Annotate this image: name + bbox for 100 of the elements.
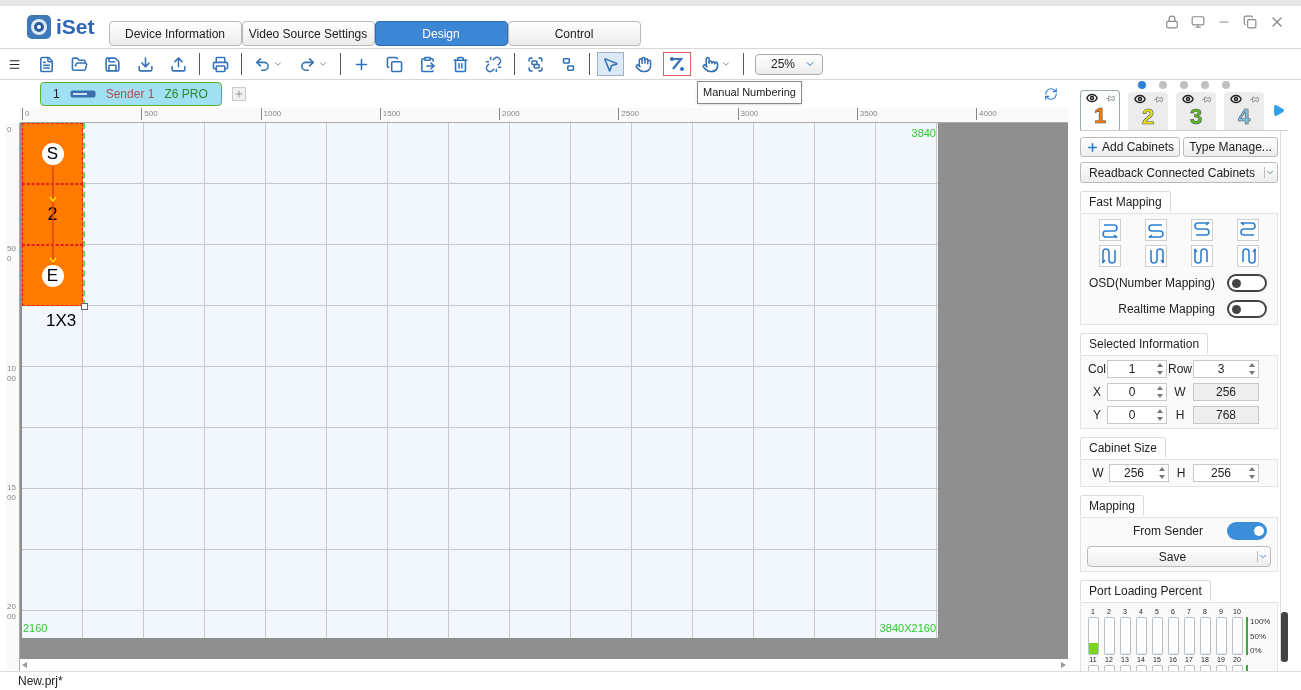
scroll-left-icon[interactable] bbox=[22, 662, 27, 668]
pin-icon[interactable] bbox=[1249, 94, 1259, 104]
group-icon bbox=[527, 55, 544, 73]
ruler-label: 4000 bbox=[976, 108, 997, 120]
readonly-field[interactable]: 768 bbox=[1193, 406, 1259, 424]
number-field[interactable]: 256 bbox=[1109, 464, 1169, 482]
printer-icon bbox=[212, 55, 229, 73]
number-field[interactable]: 0 bbox=[1107, 406, 1167, 424]
start-marker: S bbox=[41, 142, 64, 165]
nav-tab[interactable]: Device Information bbox=[108, 21, 242, 46]
pin-icon[interactable] bbox=[1201, 94, 1211, 104]
number-field[interactable]: 1 bbox=[1107, 360, 1167, 378]
readonly-field[interactable]: 256 bbox=[1193, 383, 1259, 401]
cabinet-grid-label: 1X3 bbox=[46, 310, 77, 332]
scale-label: 100% bbox=[1250, 617, 1271, 626]
snake-path-icon bbox=[1240, 248, 1256, 264]
toggle-switch[interactable] bbox=[1227, 274, 1267, 292]
eye-icon[interactable] bbox=[1181, 93, 1194, 105]
sender-tab[interactable]: 1 Sender 1 Z6 PRO bbox=[40, 82, 222, 106]
next-arrow-icon[interactable] bbox=[1272, 104, 1285, 117]
layer-number: 4 bbox=[1237, 105, 1251, 129]
mapping-pattern-button[interactable] bbox=[1099, 245, 1121, 267]
nav-tab[interactable]: Video Source Settings bbox=[241, 21, 375, 46]
tray-down-icon bbox=[137, 55, 154, 73]
layer-number: 1 bbox=[1093, 104, 1107, 128]
number-field[interactable]: 3 bbox=[1193, 360, 1259, 378]
toggle-label: OSD(Number Mapping) bbox=[1088, 275, 1215, 292]
toolbar-button[interactable] bbox=[663, 52, 691, 76]
vertical-scrollbar[interactable] bbox=[1280, 131, 1288, 662]
tooltip: Manual Numbering bbox=[697, 81, 802, 104]
cabinet[interactable]: E bbox=[22, 245, 83, 306]
field-label: Row bbox=[1167, 361, 1193, 378]
width-label: 3840 bbox=[911, 126, 936, 141]
spin-arrows-icon[interactable] bbox=[1156, 385, 1164, 399]
zoom-dropdown[interactable]: 25% bbox=[755, 53, 823, 75]
toggle-switch[interactable] bbox=[1227, 522, 1267, 540]
end-marker: E bbox=[41, 264, 64, 287]
nav-tab[interactable]: Control bbox=[507, 21, 641, 46]
eye-icon[interactable] bbox=[1085, 92, 1098, 104]
field-label: W bbox=[1091, 465, 1105, 482]
number-field[interactable]: 256 bbox=[1193, 464, 1259, 482]
snake-path-icon bbox=[1194, 248, 1210, 264]
menu-icon[interactable] bbox=[8, 57, 21, 71]
ruler-label: 2000 bbox=[499, 108, 520, 120]
app-name: iSet bbox=[56, 14, 95, 41]
resize-handle[interactable] bbox=[81, 303, 88, 310]
horizontal-scrollbar[interactable] bbox=[20, 659, 1068, 671]
caret-icon[interactable] bbox=[273, 59, 283, 69]
spin-arrows-icon[interactable] bbox=[1248, 466, 1256, 480]
lock-icon[interactable] bbox=[1165, 15, 1179, 29]
refresh-icon[interactable] bbox=[1044, 87, 1058, 101]
mapping-pattern-button[interactable] bbox=[1237, 245, 1259, 267]
sender-model: Z6 PRO bbox=[164, 86, 208, 103]
mapping-pattern-button[interactable] bbox=[1145, 219, 1167, 241]
scroll-right-icon[interactable] bbox=[1061, 662, 1066, 668]
cabinet[interactable]: 2 bbox=[22, 184, 83, 245]
tray-up-icon bbox=[170, 55, 187, 73]
sender-device-icon bbox=[69, 90, 96, 98]
toolbar-button[interactable] bbox=[597, 52, 624, 76]
snake-path-icon bbox=[1102, 248, 1118, 264]
type-manage-button[interactable]: Type Manage... bbox=[1183, 137, 1278, 157]
plus-icon bbox=[1086, 140, 1099, 154]
snake-path-icon bbox=[1148, 222, 1164, 238]
add-cabinets-button[interactable]: Add Cabinets bbox=[1080, 137, 1181, 157]
toggle-label: Realtime Mapping bbox=[1118, 301, 1215, 318]
pin-icon[interactable] bbox=[1105, 93, 1115, 103]
spin-arrows-icon[interactable] bbox=[1158, 466, 1166, 480]
field-label: X bbox=[1092, 384, 1102, 401]
eye-icon[interactable] bbox=[1229, 93, 1242, 105]
pin-icon[interactable] bbox=[1153, 94, 1163, 104]
save-icon bbox=[104, 55, 121, 73]
cabinet[interactable]: S bbox=[22, 123, 83, 184]
restore-icon[interactable] bbox=[1243, 15, 1257, 29]
numbering-pen-icon bbox=[668, 55, 686, 73]
mapping-pattern-button[interactable] bbox=[1237, 219, 1259, 241]
number-field[interactable]: 0 bbox=[1107, 383, 1167, 401]
nav-tab[interactable]: Design bbox=[374, 21, 508, 46]
ruler-label: 0 bbox=[22, 108, 30, 120]
mapping-pattern-button[interactable] bbox=[1191, 245, 1213, 267]
mapping-pattern-button[interactable] bbox=[1191, 219, 1213, 241]
caret-icon[interactable] bbox=[721, 59, 731, 69]
caret-icon[interactable] bbox=[318, 59, 328, 69]
monitor-icon[interactable] bbox=[1191, 15, 1205, 29]
spin-arrows-icon[interactable] bbox=[1156, 408, 1164, 422]
ruler-label: 1000 bbox=[260, 108, 282, 120]
spin-arrows-icon[interactable] bbox=[1248, 362, 1256, 376]
save-dropdown[interactable]: Save bbox=[1087, 546, 1271, 567]
mapping-pattern-button[interactable] bbox=[1099, 219, 1121, 241]
ruler-label: 1500 bbox=[7, 482, 17, 503]
toggle-switch[interactable] bbox=[1227, 300, 1267, 318]
cabinet-number: 2 bbox=[47, 203, 58, 226]
field-label: Col bbox=[1087, 361, 1107, 378]
readback-dropdown[interactable]: Readback Connected Cabinets bbox=[1080, 162, 1278, 183]
eye-icon[interactable] bbox=[1133, 93, 1146, 105]
snake-path-icon bbox=[1240, 222, 1256, 238]
ruler-label: 500 bbox=[7, 244, 17, 265]
paste-icon bbox=[419, 55, 436, 73]
mapping-pattern-button[interactable] bbox=[1145, 245, 1167, 267]
spin-arrows-icon[interactable] bbox=[1156, 362, 1164, 376]
ruler-label: 2500 bbox=[618, 108, 640, 120]
